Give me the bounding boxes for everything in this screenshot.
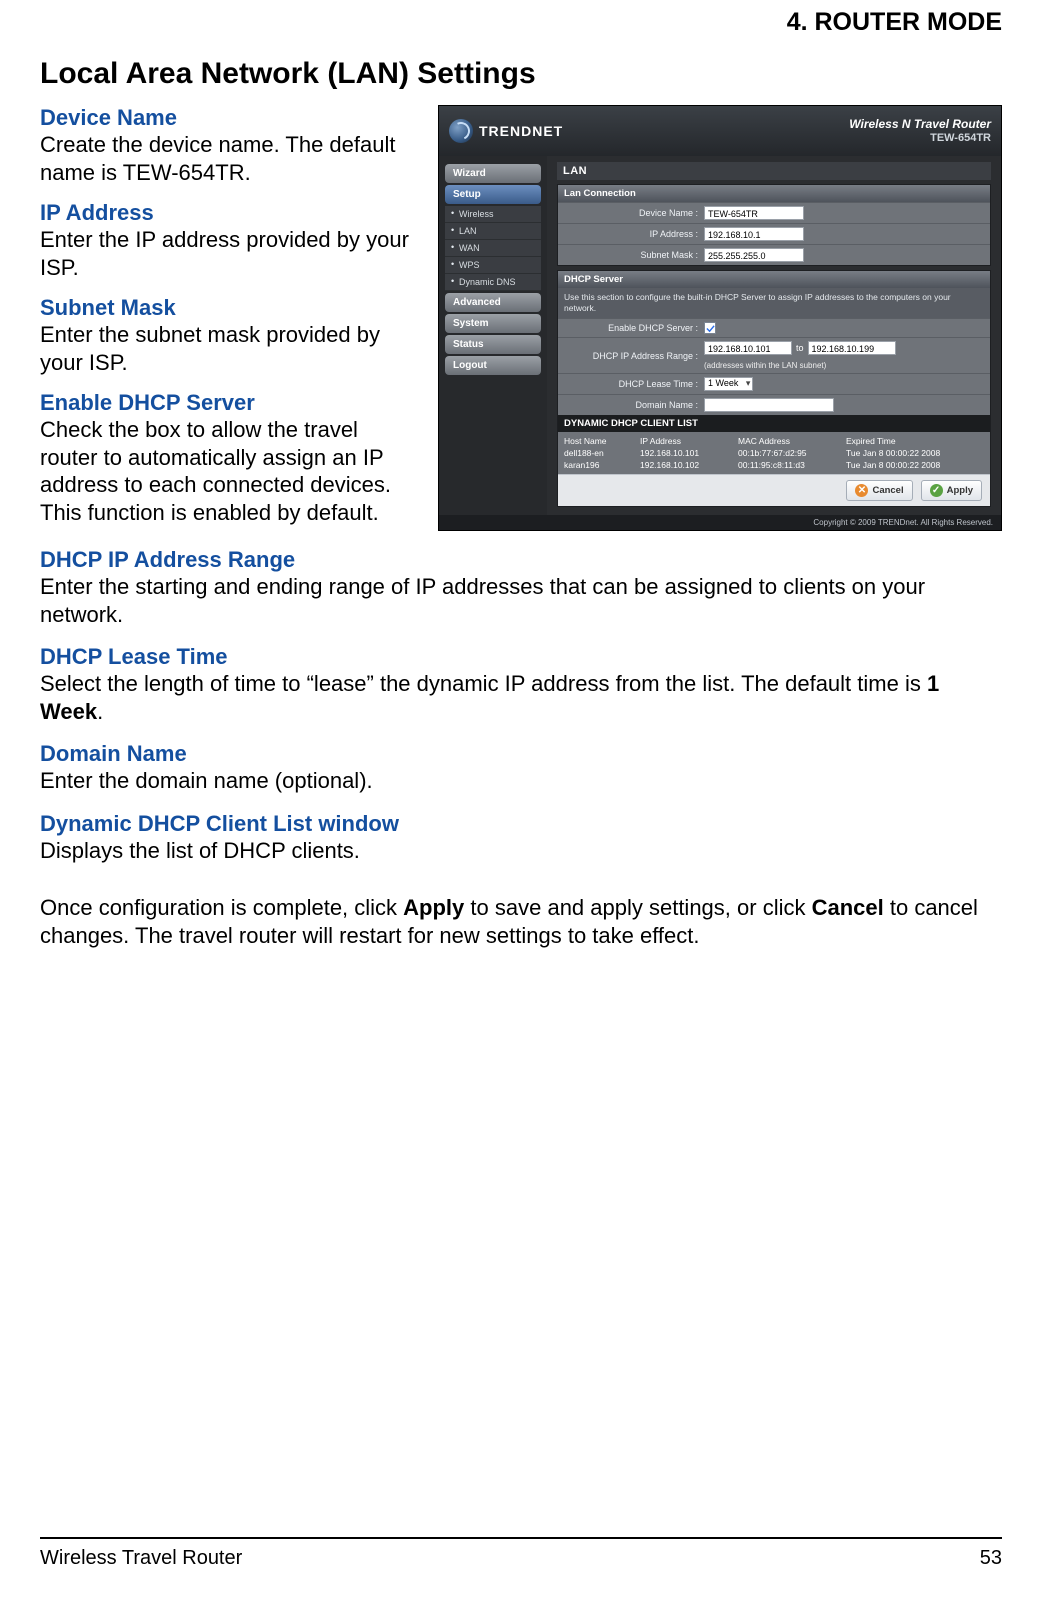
term-client-list: Dynamic DHCP Client List window: [40, 811, 1002, 837]
td-ip: 192.168.10.101: [640, 448, 730, 458]
term-domain: Domain Name: [40, 741, 1002, 767]
lan-connection-header: Lan Connection: [558, 185, 990, 202]
lan-connection-panel: Lan Connection Device Name : TEW-654TR I…: [557, 184, 991, 266]
client-list-header: DYNAMIC DHCP CLIENT LIST: [558, 415, 990, 432]
page-footer: Wireless Travel Router 53: [40, 1537, 1002, 1570]
content-title: LAN: [557, 162, 991, 180]
range-to-label: to: [796, 343, 804, 353]
range-note: (addresses within the LAN subnet): [704, 361, 984, 370]
th-host: Host Name: [564, 436, 632, 446]
nav-sub-wan[interactable]: WAN: [445, 240, 541, 257]
input-range-to[interactable]: 192.168.10.199: [808, 341, 896, 355]
chapter-heading: 4. ROUTER MODE: [40, 0, 1002, 57]
nav-system[interactable]: System: [445, 314, 541, 333]
nav-sub-lan[interactable]: LAN: [445, 223, 541, 240]
label-ip: IP Address :: [564, 229, 704, 239]
client-table: Host Name IP Address MAC Address Expired…: [558, 432, 990, 474]
nav-status[interactable]: Status: [445, 335, 541, 354]
th-exp: Expired Time: [846, 436, 984, 446]
nav-sub-ddns[interactable]: Dynamic DNS: [445, 274, 541, 291]
select-lease[interactable]: 1 Week: [704, 377, 753, 391]
cancel-label: Cancel: [872, 485, 903, 496]
input-ip[interactable]: 192.168.10.1: [704, 227, 804, 241]
label-mask: Subnet Mask :: [564, 250, 704, 260]
input-mask[interactable]: 255.255.255.0: [704, 248, 804, 262]
td-exp: Tue Jan 8 00:00:22 2008: [846, 448, 984, 458]
product-label: Wireless N Travel Router TEW-654TR: [849, 117, 991, 145]
desc-client-list: Displays the list of DHCP clients.: [40, 837, 1002, 865]
cancel-button[interactable]: ✕ Cancel: [846, 480, 912, 501]
desc-lease: Select the length of time to “lease” the…: [40, 670, 1002, 725]
label-lease: DHCP Lease Time :: [564, 379, 704, 389]
dhcp-header: DHCP Server: [558, 271, 990, 288]
td-exp: Tue Jan 8 00:00:22 2008: [846, 460, 984, 470]
th-ip: IP Address: [640, 436, 730, 446]
label-enable-dhcp: Enable DHCP Server :: [564, 323, 704, 333]
term-enable-dhcp: Enable DHCP Server: [40, 390, 420, 416]
section-title: Local Area Network (LAN) Settings: [40, 57, 1002, 91]
td-host: dell188-en: [564, 448, 632, 458]
footer-right: 53: [980, 1547, 1002, 1570]
cancel-icon: ✕: [855, 484, 868, 497]
ui-header: TRENDNET Wireless N Travel Router TEW-65…: [439, 106, 1001, 156]
nav-logout[interactable]: Logout: [445, 356, 541, 375]
table-row: karan196 192.168.10.102 00:11:95:c8:11:d…: [564, 459, 984, 471]
nav-sub-wps[interactable]: WPS: [445, 257, 541, 274]
nav-setup[interactable]: Setup: [445, 185, 541, 204]
nav-advanced[interactable]: Advanced: [445, 293, 541, 312]
td-mac: 00:1b:77:67:d2:95: [738, 448, 838, 458]
th-mac: MAC Address: [738, 436, 838, 446]
table-row: dell188-en 192.168.10.101 00:1b:77:67:d2…: [564, 447, 984, 459]
router-screenshot: TRENDNET Wireless N Travel Router TEW-65…: [438, 101, 1002, 531]
term-lease: DHCP Lease Time: [40, 644, 1002, 670]
nav-sub-wireless[interactable]: Wireless: [445, 206, 541, 223]
brand: TRENDNET: [449, 119, 563, 143]
desc-device-name: Create the device name. The default name…: [40, 131, 420, 186]
desc-range: Enter the starting and ending range of I…: [40, 573, 1002, 628]
button-row: ✕ Cancel ✓ Apply: [558, 474, 990, 506]
term-subnet-mask: Subnet Mask: [40, 295, 420, 321]
label-domain: Domain Name :: [564, 400, 704, 410]
closing-paragraph: Once configuration is complete, click Ap…: [40, 894, 1002, 949]
input-domain[interactable]: [704, 398, 834, 412]
globe-icon: [449, 119, 473, 143]
sidebar: Wizard Setup Wireless LAN WAN WPS Dynami…: [439, 156, 547, 515]
td-host: karan196: [564, 460, 632, 470]
desc-subnet-mask: Enter the subnet mask provided by your I…: [40, 321, 420, 376]
copyright: Copyright © 2009 TRENDnet. All Rights Re…: [439, 515, 1001, 530]
term-range: DHCP IP Address Range: [40, 547, 1002, 573]
footer-left: Wireless Travel Router: [40, 1547, 242, 1570]
brand-text: TRENDNET: [479, 123, 563, 139]
nav-wizard[interactable]: Wizard: [445, 164, 541, 183]
apply-label: Apply: [947, 485, 973, 496]
desc-enable-dhcp: Check the box to allow the travel router…: [40, 416, 420, 526]
product-line1: Wireless N Travel Router: [849, 117, 991, 131]
label-range: DHCP IP Address Range :: [564, 351, 704, 361]
product-line2: TEW-654TR: [849, 132, 991, 145]
dhcp-panel: DHCP Server Use this section to configur…: [557, 270, 991, 507]
desc-ip-address: Enter the IP address provided by your IS…: [40, 226, 420, 281]
table-header: Host Name IP Address MAC Address Expired…: [564, 435, 984, 447]
check-icon: [706, 324, 715, 333]
td-mac: 00:11:95:c8:11:d3: [738, 460, 838, 470]
apply-icon: ✓: [930, 484, 943, 497]
checkbox-enable-dhcp[interactable]: [704, 322, 716, 334]
input-range-from[interactable]: 192.168.10.101: [704, 341, 792, 355]
dhcp-subtext: Use this section to configure the built-…: [558, 288, 990, 318]
apply-button[interactable]: ✓ Apply: [921, 480, 982, 501]
desc-domain: Enter the domain name (optional).: [40, 767, 1002, 795]
input-device-name[interactable]: TEW-654TR: [704, 206, 804, 220]
td-ip: 192.168.10.102: [640, 460, 730, 470]
term-device-name: Device Name: [40, 105, 420, 131]
term-ip-address: IP Address: [40, 200, 420, 226]
label-device-name: Device Name :: [564, 208, 704, 218]
